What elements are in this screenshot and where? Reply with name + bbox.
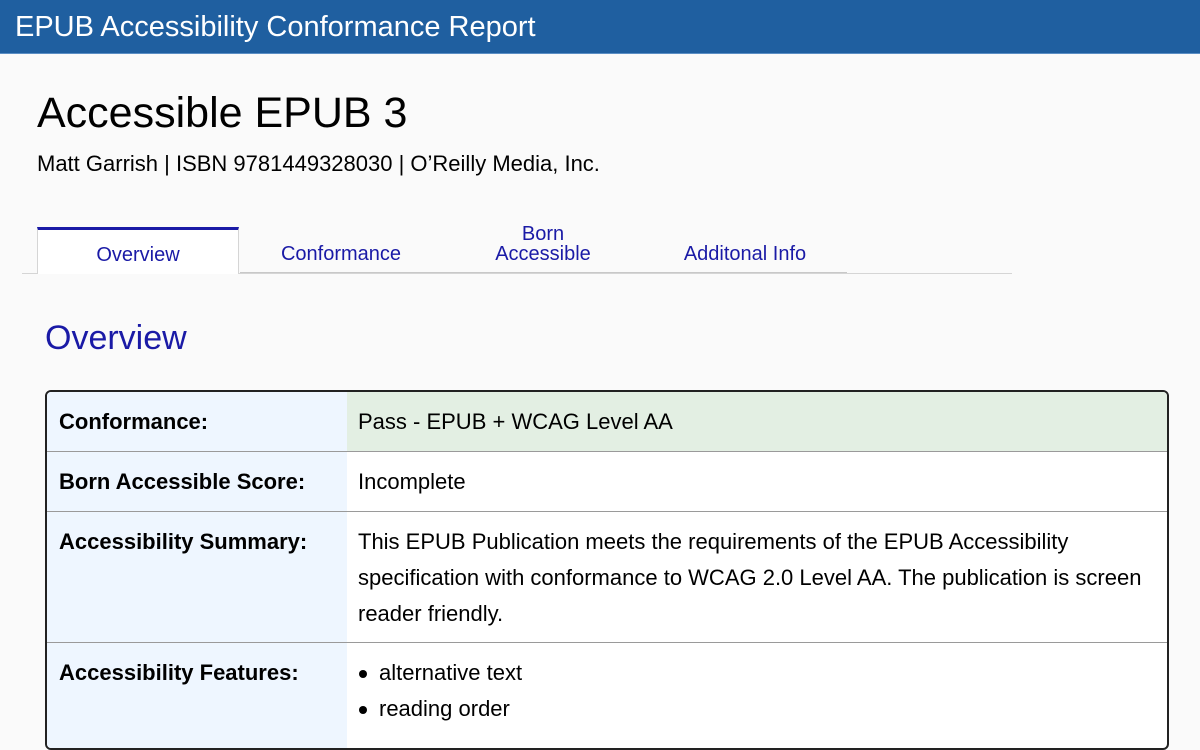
section-title: Overview — [45, 319, 187, 357]
row-conformance: Conformance: Pass - EPUB + WCAG Level AA — [47, 392, 1167, 452]
report-table: Conformance: Pass - EPUB + WCAG Level AA… — [45, 390, 1169, 750]
row-accessibility-summary: Accessibility Summary: This EPUB Publica… — [47, 512, 1167, 643]
tab-overview-label: Overview — [96, 244, 180, 266]
born-accessible-score-value: Incomplete — [358, 469, 466, 494]
row-label: Accessibility Features: — [47, 643, 347, 748]
feature-item: alternative text — [353, 655, 1147, 691]
row-accessibility-features: Accessibility Features: alternative text… — [47, 643, 1167, 748]
row-born-accessible-score: Born Accessible Score: Incomplete — [47, 452, 1167, 512]
row-label: Accessibility Summary: — [47, 512, 347, 642]
tab-born-accessible[interactable]: Born Accessible — [442, 223, 644, 273]
row-label: Conformance: — [47, 392, 347, 451]
tab-born-accessible-label: Born Accessible — [495, 223, 591, 265]
conformance-value: Pass - EPUB + WCAG Level AA — [347, 392, 1167, 451]
app-header: EPUB Accessibility Conformance Report — [0, 0, 1200, 53]
tab-overview[interactable]: Overview — [37, 227, 239, 274]
tab-bar: Overview Conformance Born Accessible Add… — [22, 215, 1012, 274]
app-header-title: EPUB Accessibility Conformance Report — [15, 11, 536, 43]
feature-item: reading order — [353, 691, 1147, 727]
tab-additional-info-label: Additonal Info — [683, 243, 807, 265]
row-label: Born Accessible Score: — [47, 452, 347, 511]
tab-additional-info[interactable]: Additonal Info — [644, 227, 846, 273]
features-list: alternative text reading order — [353, 655, 1147, 727]
accessibility-summary-value: This EPUB Publication meets the requirem… — [358, 529, 1142, 626]
accessibility-features-value: alternative text reading order — [347, 643, 1167, 748]
tab-conformance-label: Conformance — [280, 243, 402, 265]
book-title: Accessible EPUB 3 — [37, 89, 408, 137]
tab-conformance[interactable]: Conformance — [240, 227, 442, 273]
book-byline: Matt Garrish | ISBN 9781449328030 | O’Re… — [37, 151, 600, 176]
